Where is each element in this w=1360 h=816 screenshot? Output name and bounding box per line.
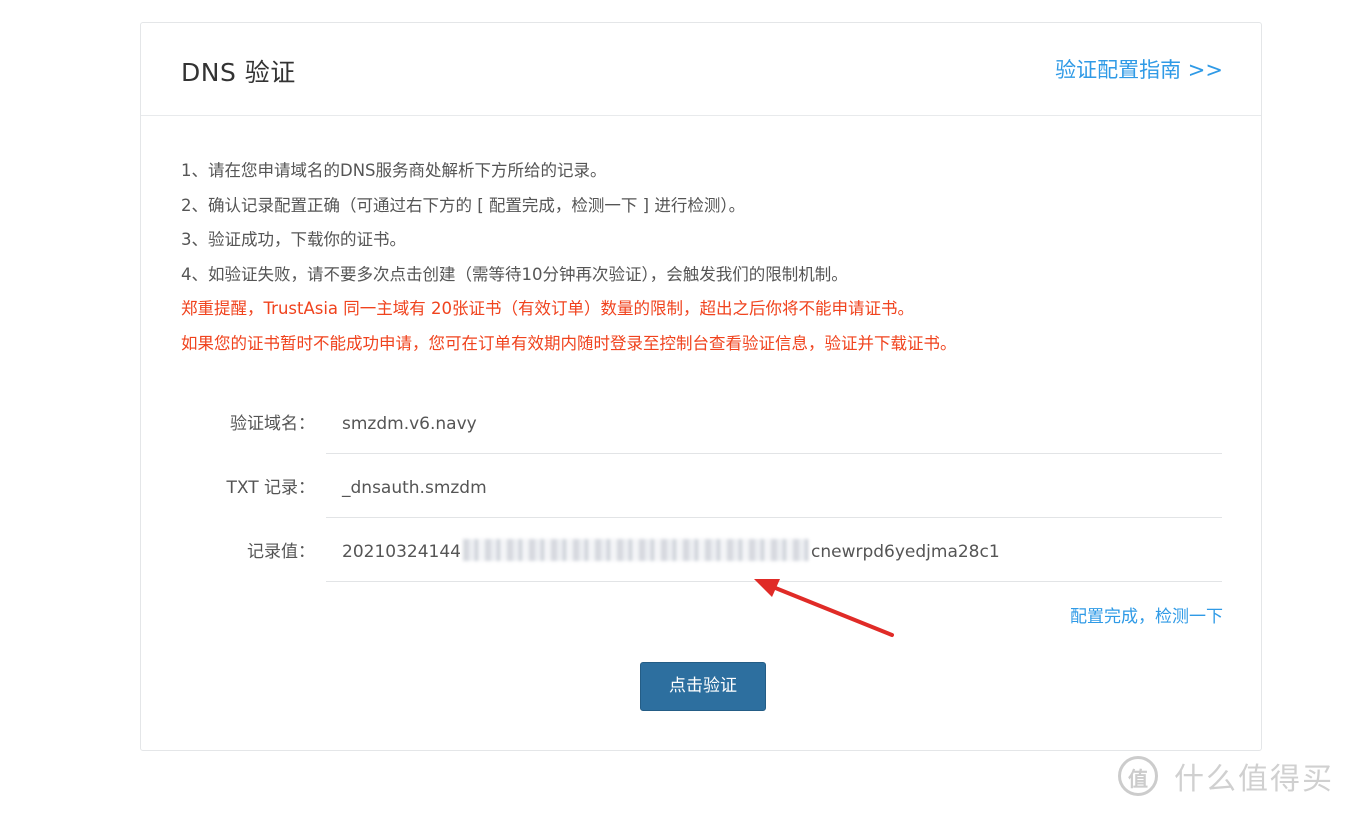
watermark-logo: 值 [1118,756,1158,796]
instruction-item: 2、确认记录配置正确（可通过右下方的 [ 配置完成，检测一下 ] 进行检测）。 [181,195,746,215]
instruction-item: 4、如验证失败，请不要多次点击创建（需等待10分钟再次验证），会触发我们的限制机… [181,264,848,284]
instruction-item: 3、验证成功，下载你的证书。 [181,230,406,249]
record-value-start: 20210324144 [342,542,461,562]
page-title: DNS 验证 [181,58,296,87]
txt-record-row: TXT 记录： _dnsauth.smzdm [141,458,1263,522]
domain-label: 验证域名： [230,414,315,434]
instruction-item: 1、请在您申请域名的DNS服务商处解析下方所给的记录。 [181,161,607,180]
record-value-row: 记录值： 20210324144 cnewrpd6yedjma28c1 [141,522,1263,586]
verification-guide-link[interactable]: 验证配置指南 >> [1055,54,1223,84]
watermark-text: 什么值得买 [1174,762,1334,797]
warning-text: 郑重提醒，TrustAsia 同一主域有 20张证书（有效订单）数量的限制，超出… [181,299,915,318]
red-arrow-annotation [754,579,894,637]
watermark: 值 什么值得买 [1118,746,1334,806]
warning-text: 如果您的证书暂时不能成功申请，您可在订单有效期内随时登录至控制台查看验证信息，验… [181,333,957,353]
detect-configuration-link[interactable]: 配置完成，检测一下 [1070,602,1223,627]
txt-record-label: TXT 记录： [226,478,315,498]
record-value-label: 记录值： [247,542,315,562]
verify-button[interactable]: 点击验证 [640,662,766,711]
watermark-logo-glyph: 值 [1128,767,1148,791]
domain-value[interactable]: smzdm.v6.navy [326,394,1222,454]
domain-row: 验证域名： smzdm.v6.navy [141,394,1263,458]
panel-header: DNS 验证 验证配置指南 >> [141,23,1261,116]
redacted-blur [462,539,809,561]
instructions-list: 1、请在您申请域名的DNS服务商处解析下方所给的记录。 2、确认记录配置正确（可… [181,154,1221,361]
txt-record-value[interactable]: _dnsauth.smzdm [326,458,1222,518]
record-value[interactable]: 20210324144 cnewrpd6yedjma28c1 [326,522,1222,582]
dns-verification-panel: DNS 验证 验证配置指南 >> 1、请在您申请域名的DNS服务商处解析下方所给… [140,22,1262,751]
record-value-end: cnewrpd6yedjma28c1 [810,542,1000,562]
